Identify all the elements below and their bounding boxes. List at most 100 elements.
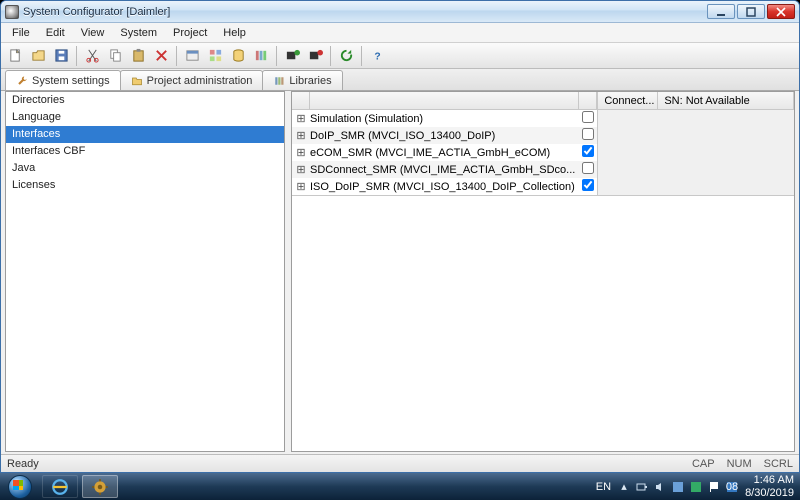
menu-file[interactable]: File — [5, 25, 37, 41]
folder-icon — [131, 75, 143, 87]
tool-paste-icon[interactable] — [127, 45, 149, 67]
menu-system[interactable]: System — [113, 25, 164, 41]
detail-pane: ⊞Simulation (Simulation)⊞DoIP_SMR (MVCI_… — [291, 91, 795, 452]
tool-interface-on-icon[interactable] — [281, 45, 303, 67]
books-icon — [273, 75, 285, 87]
interface-name: DoIP_SMR (MVCI_ISO_13400_DoIP) — [310, 130, 579, 142]
toolbar-separator — [276, 46, 277, 66]
menubar: File Edit View System Project Help — [1, 23, 799, 43]
interface-row[interactable]: ⊞SDConnect_SMR (MVCI_IME_ACTIA_GmbH_SDco… — [292, 161, 597, 178]
tab-label: Libraries — [289, 75, 331, 87]
nav-item[interactable]: Interfaces CBF — [6, 143, 284, 160]
interface-checkbox[interactable] — [582, 128, 594, 140]
toolbar: ? — [1, 43, 799, 69]
tray-app3-icon[interactable]: 08 — [725, 480, 739, 494]
start-button[interactable] — [2, 473, 38, 500]
system-tray: EN ▴ 08 1:46 AM 8/30/2019 — [596, 474, 798, 498]
tool-db-icon[interactable] — [227, 45, 249, 67]
detail-header — [292, 92, 597, 110]
tool-copy-icon[interactable] — [104, 45, 126, 67]
toolbar-separator — [76, 46, 77, 66]
interface-row[interactable]: ⊞ISO_DoIP_SMR (MVCI_ISO_13400_DoIP_Colle… — [292, 178, 597, 195]
nav-item[interactable]: Language — [6, 109, 284, 126]
windows-logo-icon — [8, 475, 32, 499]
tray-app1-icon[interactable] — [671, 480, 685, 494]
minimize-button[interactable] — [707, 4, 735, 19]
tool-interface-off-icon[interactable] — [304, 45, 326, 67]
interface-checkbox[interactable] — [582, 145, 594, 157]
tool-delete-icon[interactable] — [150, 45, 172, 67]
maximize-button[interactable] — [737, 4, 765, 19]
tool-libs-icon[interactable] — [250, 45, 272, 67]
tab-project-admin[interactable]: Project administration — [120, 70, 264, 90]
app-icon — [5, 5, 19, 19]
nav-pane: DirectoriesLanguageInterfacesInterfaces … — [5, 91, 285, 452]
app-window: System Configurator [Daimler] File Edit … — [0, 0, 800, 473]
window-title: System Configurator [Daimler] — [23, 6, 707, 18]
tray-lang[interactable]: EN — [596, 481, 611, 493]
status-scrl: SCRL — [764, 458, 793, 470]
menu-edit[interactable]: Edit — [39, 25, 72, 41]
task-ie[interactable] — [42, 475, 78, 498]
tray-power-icon[interactable] — [635, 480, 649, 494]
expand-icon[interactable]: ⊞ — [292, 163, 310, 176]
titlebar: System Configurator [Daimler] — [1, 1, 799, 23]
tab-system-settings[interactable]: System settings — [5, 70, 121, 90]
nav-item[interactable]: Directories — [6, 92, 284, 109]
interface-row[interactable]: ⊞Simulation (Simulation) — [292, 110, 597, 127]
tool-save-icon[interactable] — [50, 45, 72, 67]
col-connect: Connect... — [598, 92, 658, 109]
tray-clock[interactable]: 1:46 AM 8/30/2019 — [745, 474, 794, 498]
task-configurator[interactable] — [82, 475, 118, 498]
tool-config-icon[interactable] — [181, 45, 203, 67]
tool-open-icon[interactable] — [27, 45, 49, 67]
interface-checkbox[interactable] — [582, 111, 594, 123]
toolbar-separator — [176, 46, 177, 66]
menu-project[interactable]: Project — [166, 25, 214, 41]
status-cap: CAP — [692, 458, 715, 470]
menu-view[interactable]: View — [74, 25, 112, 41]
tool-grid-icon[interactable] — [204, 45, 226, 67]
interface-checkbox[interactable] — [582, 179, 594, 191]
statusbar: Ready CAP NUM SCRL — [1, 454, 799, 472]
expand-icon[interactable]: ⊞ — [292, 146, 310, 159]
interface-row[interactable]: ⊞DoIP_SMR (MVCI_ISO_13400_DoIP) — [292, 127, 597, 144]
interface-name: SDConnect_SMR (MVCI_IME_ACTIA_GmbH_SDco.… — [310, 164, 579, 176]
svg-text:?: ? — [374, 51, 380, 62]
expand-icon[interactable]: ⊞ — [292, 112, 310, 125]
tool-refresh-icon[interactable] — [335, 45, 357, 67]
tab-label: System settings — [32, 75, 110, 87]
tray-volume-icon[interactable] — [653, 480, 667, 494]
nav-item[interactable]: Java — [6, 160, 284, 177]
toolbar-separator — [361, 46, 362, 66]
status-num: NUM — [727, 458, 752, 470]
expand-icon[interactable]: ⊞ — [292, 129, 310, 142]
interface-name: eCOM_SMR (MVCI_IME_ACTIA_GmbH_eCOM) — [310, 147, 579, 159]
info-header: Connect... SN: Not Available — [598, 92, 794, 110]
tool-help-icon[interactable]: ? — [366, 45, 388, 67]
nav-item[interactable]: Licenses — [6, 177, 284, 194]
tool-new-icon[interactable] — [4, 45, 26, 67]
tray-flag-icon[interactable] — [707, 480, 721, 494]
interface-name: ISO_DoIP_SMR (MVCI_ISO_13400_DoIP_Collec… — [310, 181, 579, 193]
status-text: Ready — [7, 458, 39, 470]
interface-row[interactable]: ⊞eCOM_SMR (MVCI_IME_ACTIA_GmbH_eCOM) — [292, 144, 597, 161]
tray-app2-icon[interactable] — [689, 480, 703, 494]
tray-chevron-icon[interactable]: ▴ — [617, 480, 631, 494]
interface-checkbox[interactable] — [582, 162, 594, 174]
tab-libraries[interactable]: Libraries — [262, 70, 342, 90]
tool-cut-icon[interactable] — [81, 45, 103, 67]
taskbar: EN ▴ 08 1:46 AM 8/30/2019 — [0, 473, 800, 500]
wrench-icon — [16, 75, 28, 87]
tabstrip: System settings Project administration L… — [1, 69, 799, 91]
interface-name: Simulation (Simulation) — [310, 113, 579, 125]
close-button[interactable] — [767, 4, 795, 19]
tray-time: 1:46 AM — [745, 474, 794, 486]
toolbar-separator — [330, 46, 331, 66]
expand-icon[interactable]: ⊞ — [292, 180, 310, 193]
tray-date: 8/30/2019 — [745, 487, 794, 499]
nav-item[interactable]: Interfaces — [6, 126, 284, 143]
menu-help[interactable]: Help — [216, 25, 253, 41]
col-sn: SN: Not Available — [658, 92, 794, 109]
tab-label: Project administration — [147, 75, 253, 87]
